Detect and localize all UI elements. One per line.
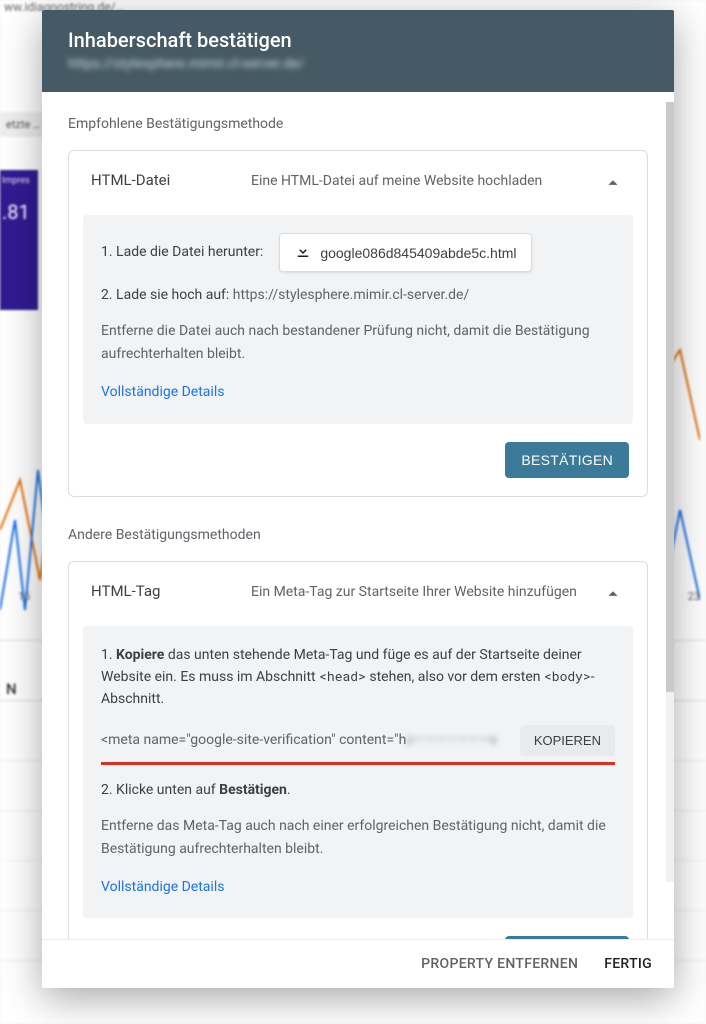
metric-tile: Impres .81: [0, 170, 38, 310]
step-1: 1. Kopiere das unten stehende Meta-Tag u…: [101, 644, 615, 711]
chevron-up-icon[interactable]: [601, 171, 625, 195]
method-card-html-tag: HTML-Tag Ein Meta-Tag zur Startseite Ihr…: [68, 561, 648, 939]
upload-url: https://stylesphere.mimir.cl-server.de/: [233, 287, 469, 303]
keep-tag-note: Entferne das Meta-Tag auch nach einer er…: [101, 815, 615, 860]
remove-property-button[interactable]: PROPERTY ENTFERNEN: [421, 956, 578, 972]
dialog-header: Inhaberschaft bestätigen https://stylesp…: [42, 10, 674, 92]
dialog-title: Inhaberschaft bestätigen: [68, 28, 648, 52]
meta-tag-code: <meta name="google-site-verification" co…: [101, 729, 520, 751]
section-other-label: Andere Bestätigungsmethoden: [68, 527, 648, 543]
method-desc: Ein Meta-Tag zur Startseite Ihrer Websit…: [251, 582, 601, 602]
download-file-button[interactable]: google086d845409abde5c.html: [279, 233, 531, 272]
copy-button[interactable]: KOPIEREN: [520, 725, 615, 756]
full-details-link[interactable]: Vollständige Details: [101, 381, 615, 403]
chevron-up-icon[interactable]: [601, 582, 625, 606]
verify-ownership-dialog: Inhaberschaft bestätigen https://stylesp…: [42, 10, 674, 988]
card-header[interactable]: HTML-Tag Ein Meta-Tag zur Startseite Ihr…: [69, 562, 647, 620]
step-2: 2. Lade sie hoch auf: https://stylespher…: [101, 284, 615, 306]
dialog-body: Empfohlene Bestätigungsmethode HTML-Date…: [42, 92, 674, 939]
done-button[interactable]: FERTIG: [604, 956, 652, 972]
date-chip: etzte …: [0, 112, 46, 137]
full-details-link[interactable]: Vollständige Details: [101, 876, 615, 898]
step-1-label: 1. Lade die Datei herunter:: [101, 241, 263, 263]
x-tick: 23: [688, 590, 700, 603]
dialog-subtitle: https://stylesphere.mimir.cl-server.de/: [68, 56, 648, 72]
keep-file-note: Entferne die Datei auch nach bestandener…: [101, 320, 615, 365]
x-tick: 15: [18, 590, 30, 603]
card-body: 1. Lade die Datei herunter: google086d84…: [83, 215, 633, 424]
confirm-button[interactable]: BESTÄTIGEN: [505, 936, 629, 939]
step-2: 2. Klicke unten auf Bestätigen.: [101, 779, 615, 801]
card-header[interactable]: HTML-Datei Eine HTML-Datei auf meine Web…: [69, 151, 647, 209]
section-recommended-label: Empfohlene Bestätigungsmethode: [68, 116, 648, 132]
method-name: HTML-Tag: [91, 582, 251, 600]
confirm-button[interactable]: BESTÄTIGEN: [505, 442, 629, 478]
download-file-name: google086d845409abde5c.html: [320, 245, 516, 261]
download-icon: [294, 242, 312, 263]
dialog-footer: PROPERTY ENTFERNEN FERTIG: [42, 939, 674, 988]
method-card-html-file: HTML-Datei Eine HTML-Datei auf meine Web…: [68, 150, 648, 497]
highlight-underline: [101, 762, 615, 765]
card-body: 1. Kopiere das unten stehende Meta-Tag u…: [83, 626, 633, 919]
method-desc: Eine HTML-Datei auf meine Website hochla…: [251, 171, 601, 191]
method-name: HTML-Datei: [91, 171, 251, 189]
